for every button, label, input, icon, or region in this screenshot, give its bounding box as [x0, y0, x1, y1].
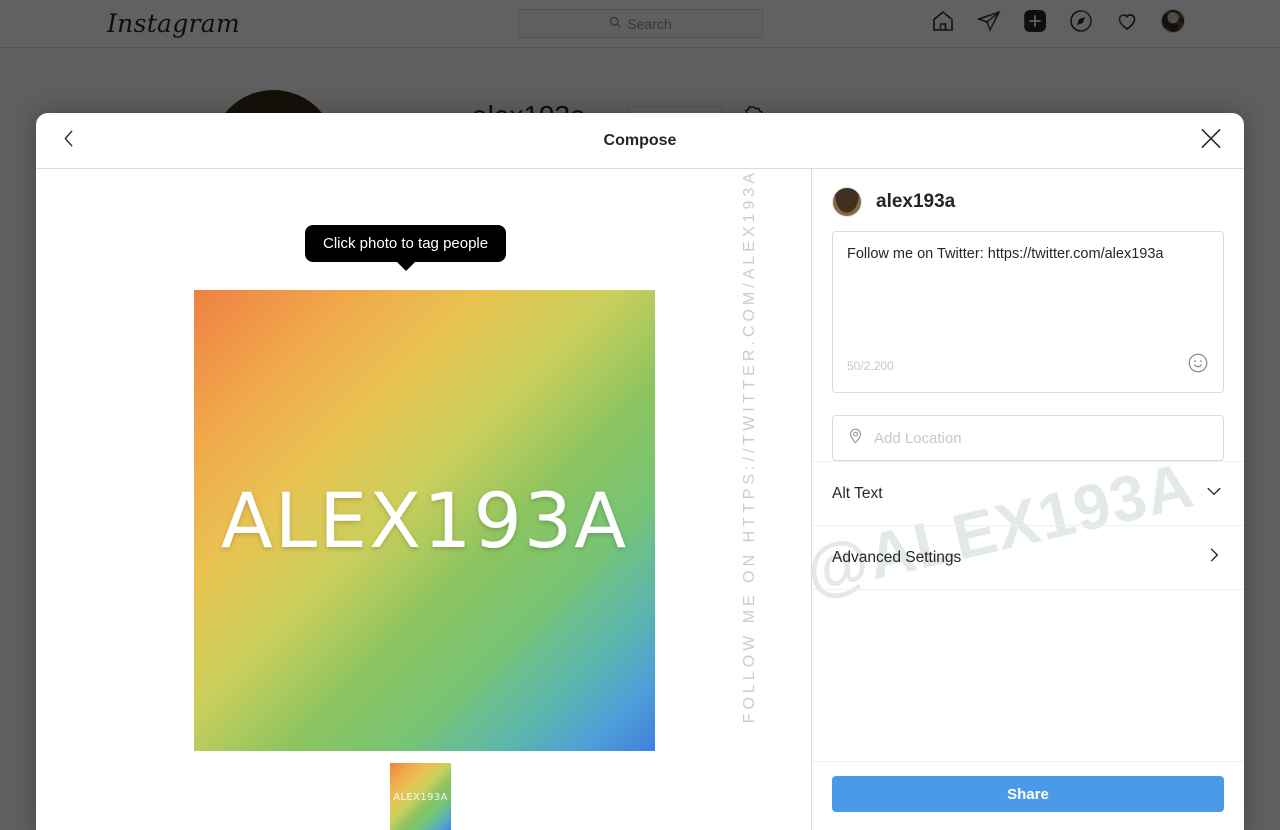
modal-body: Click photo to tag people ALEX193A ALEX1… [36, 169, 1244, 830]
back-button[interactable] [58, 127, 80, 154]
tag-people-tooltip: Click photo to tag people [305, 225, 507, 262]
smiley-icon[interactable] [1187, 352, 1209, 379]
author-username: alex193a [876, 191, 956, 212]
modal-header: Compose [36, 113, 1244, 169]
character-counter: 50/2,200 [847, 358, 894, 373]
photo-preview-label: ALEX193A [220, 476, 629, 565]
compose-modal: Compose Click photo to tag people ALEX19… [36, 113, 1244, 830]
share-button-wrap: Share [812, 761, 1244, 830]
advanced-settings-row[interactable]: Advanced Settings [812, 525, 1244, 589]
photo-thumbnail[interactable]: ALEX193A [390, 763, 451, 830]
vertical-watermark-text: FOLLOW ME ON HTTPS://TWITTER.COM/ALEX193… [741, 169, 758, 724]
photo-preview[interactable]: ALEX193A [194, 290, 655, 751]
alt-text-row[interactable]: Alt Text [812, 461, 1244, 525]
photo-pane: Click photo to tag people ALEX193A ALEX1… [36, 169, 812, 830]
chevron-down-icon[interactable] [1204, 481, 1224, 506]
caption-text[interactable]: Follow me on Twitter: https://twitter.co… [847, 245, 1209, 352]
form-filler [812, 589, 1244, 761]
caption-input[interactable]: Follow me on Twitter: https://twitter.co… [832, 231, 1224, 393]
location-pin-icon [847, 427, 864, 449]
modal-title: Compose [603, 131, 677, 149]
alt-text-label: Alt Text [832, 484, 883, 502]
avatar [832, 187, 862, 217]
share-button[interactable]: Share [832, 776, 1224, 812]
photo-thumbnail-label: ALEX193A [393, 791, 448, 803]
author-row: alex193a [812, 169, 1244, 231]
location-input[interactable]: Add Location [832, 415, 1224, 461]
vertical-watermark: FOLLOW ME ON HTTPS://TWITTER.COM/ALEX193… [720, 169, 780, 830]
close-icon[interactable] [1198, 125, 1224, 156]
caption-footer: 50/2,200 [847, 352, 1209, 379]
compose-form-pane: @ALEX193A alex193a Follow me on Twitter:… [812, 169, 1244, 830]
chevron-right-icon[interactable] [1204, 545, 1224, 570]
location-placeholder: Add Location [874, 429, 962, 447]
advanced-settings-label: Advanced Settings [832, 548, 962, 566]
